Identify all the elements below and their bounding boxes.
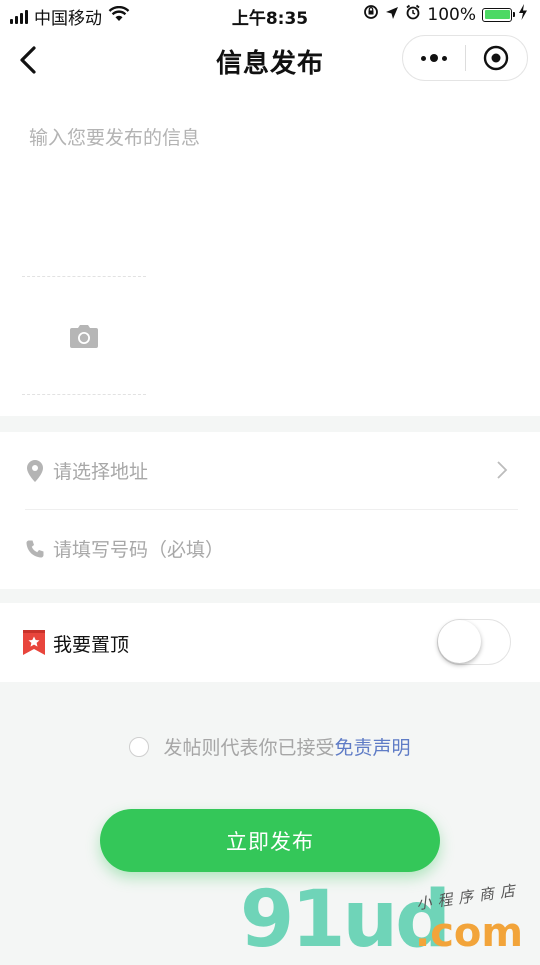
contact-section: 请选择地址 请填写号码（必填） <box>0 432 540 589</box>
alarm-icon <box>405 4 421 25</box>
more-button[interactable] <box>403 36 465 80</box>
phone-row: 请填写号码（必填） <box>0 510 540 588</box>
status-bar: 中国移动 上午8:35 100% <box>0 0 540 30</box>
battery-percent: 100% <box>427 4 476 25</box>
phone-input[interactable]: 请填写号码（必填） <box>53 535 224 562</box>
photo-border-bottom <box>22 394 146 395</box>
agreement-checkbox[interactable] <box>129 736 150 757</box>
watermark-logo: 91ud 小程序商店 .com <box>240 880 540 960</box>
agreement-row: 发帖则代表你已接受 免责声明 <box>0 733 540 760</box>
phone-icon <box>25 537 45 561</box>
disclaimer-link[interactable]: 免责声明 <box>335 733 411 760</box>
star-bookmark-icon <box>22 629 46 660</box>
camera-icon <box>70 325 98 348</box>
location-pin-icon <box>25 459 45 483</box>
charging-icon <box>518 4 528 25</box>
orientation-lock-icon <box>363 4 379 25</box>
close-miniprogram-button[interactable] <box>466 36 528 80</box>
photo-border-top <box>22 276 146 277</box>
pin-top-section: 我要置顶 <box>0 603 540 682</box>
watermark-domain: .com <box>415 910 524 956</box>
chevron-right-icon <box>496 460 508 484</box>
message-input[interactable]: 输入您要发布的信息 <box>29 123 200 150</box>
location-icon <box>385 5 399 25</box>
toggle-knob <box>438 620 481 663</box>
pin-top-toggle[interactable] <box>437 619 511 665</box>
agreement-text: 发帖则代表你已接受 <box>163 737 335 759</box>
battery-icon <box>482 7 515 22</box>
publish-button[interactable]: 立即发布 <box>100 809 440 872</box>
capsule-menu <box>402 35 528 81</box>
address-row[interactable]: 请选择地址 <box>0 432 540 510</box>
target-circle-icon <box>484 45 509 71</box>
compose-section: 输入您要发布的信息 <box>0 90 540 416</box>
pin-top-label: 我要置顶 <box>53 634 130 656</box>
address-select: 请选择地址 <box>53 461 149 483</box>
navigation-bar: 信息发布 <box>0 30 540 90</box>
more-dots-icon <box>420 54 447 62</box>
status-right: 100% <box>363 4 528 25</box>
photo-upload-button[interactable] <box>22 278 146 394</box>
